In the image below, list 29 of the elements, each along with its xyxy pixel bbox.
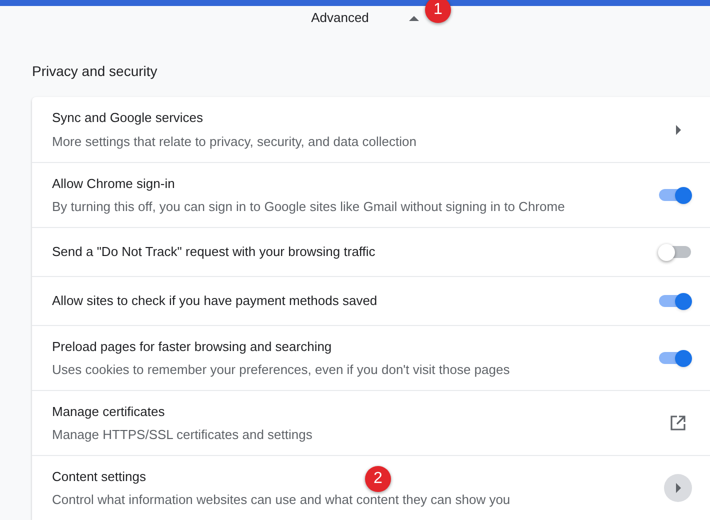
settings-row[interactable]: Manage certificates Manage HTTPS/SSL certificates and settings bbox=[32, 390, 710, 455]
settings-row[interactable]: Allow Chrome sign-in By turning this off, you can sign in to Google sites like Gmail without signing in to Chrome bbox=[32, 162, 710, 227]
row-title: Manage certificates bbox=[52, 402, 165, 421]
section-title: Privacy and security bbox=[32, 64, 158, 78]
row-subtitle: Uses cookies to remember your preferences, even if you don't visit those pages bbox=[52, 361, 510, 379]
caret-icon bbox=[676, 124, 680, 134]
arrow-button[interactable] bbox=[664, 474, 692, 502]
settings-row[interactable]: Sync and Google services More settings that relate to privacy, security, and data collection bbox=[32, 97, 710, 162]
caret-icon bbox=[676, 483, 680, 493]
row-title: Send a "Do Not Track" request with your browsing traffic bbox=[52, 243, 376, 262]
toggle-switch[interactable] bbox=[658, 292, 692, 310]
row-subtitle: More settings that relate to privacy, security, and data collection bbox=[52, 132, 416, 151]
settings-row[interactable]: Allow sites to check if you have payment methods saved bbox=[32, 276, 710, 325]
row-subtitle: Control what information websites can use and what content they can show you bbox=[52, 491, 510, 509]
row-title: Content settings bbox=[52, 468, 146, 486]
row-subtitle: By turning this off, you can sign in to Google sites like Gmail without signing in to Chrome bbox=[52, 198, 565, 216]
row-title: Preload pages for faster browsing and searching bbox=[52, 338, 332, 356]
toggle-switch[interactable] bbox=[658, 243, 692, 261]
external-link-icon bbox=[670, 415, 686, 431]
row-title: Allow Chrome sign-in bbox=[52, 174, 175, 193]
advanced-toggle[interactable]: Advanced bbox=[311, 8, 369, 28]
row-subtitle: Manage HTTPS/SSL certificates and settings bbox=[52, 426, 312, 444]
settings-row[interactable]: Preload pages for faster browsing and searching Uses cookies to remember your preferences, even if you don't visit those pages bbox=[32, 325, 710, 390]
toggle-switch[interactable] bbox=[658, 349, 692, 367]
settings-row[interactable]: Send a "Do Not Track" request with your browsing traffic bbox=[32, 227, 710, 276]
row-title: Allow sites to check if you have payment methods saved bbox=[52, 292, 378, 310]
row-title: Sync and Google services bbox=[52, 109, 204, 127]
number-badge: 1 bbox=[425, 0, 451, 23]
toggle-switch[interactable] bbox=[658, 186, 692, 204]
